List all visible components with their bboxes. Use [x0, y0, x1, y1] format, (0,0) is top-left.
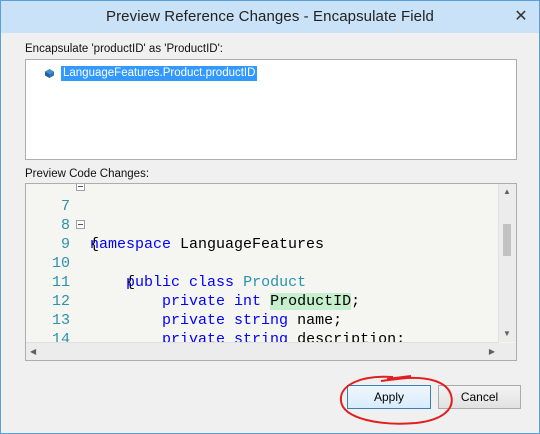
- scroll-up-icon[interactable]: ▲: [503, 187, 511, 197]
- code-line: 7 namespace LanguageFeatures: [26, 184, 498, 253]
- code-line: 12 private string name;: [26, 273, 498, 329]
- code-line: 8 {: [26, 197, 498, 253]
- code-line: 11 private int ProductID;: [26, 254, 498, 310]
- preview-label: Preview Code Changes:: [25, 168, 150, 180]
- field-icon: [45, 68, 54, 78]
- list-item[interactable]: LanguageFeatures.Product.productID: [44, 65, 258, 81]
- code-line: 10 {: [26, 235, 498, 291]
- collapse-icon[interactable]: [76, 184, 85, 191]
- reference-list[interactable]: LanguageFeatures.Product.productID: [25, 59, 517, 160]
- scroll-right-icon[interactable]: ▶: [489, 347, 495, 357]
- code-line: 15 private string category;: [26, 330, 498, 342]
- collapse-icon[interactable]: [76, 220, 85, 229]
- code-line: 14 private decimal price;: [26, 311, 498, 342]
- cancel-button[interactable]: Cancel: [438, 385, 521, 409]
- vertical-scrollbar[interactable]: ▲ ▼: [498, 184, 516, 342]
- window-title: Preview Reference Changes - Encapsulate …: [105, 8, 434, 25]
- scroll-left-icon[interactable]: ◀: [30, 347, 36, 357]
- title-bar: Preview Reference Changes - Encapsulate …: [1, 1, 539, 33]
- code-preview[interactable]: 7 namespace LanguageFeatures 8 { 9 publi…: [25, 183, 517, 361]
- code-area: 7 namespace LanguageFeatures 8 { 9 publi…: [26, 184, 498, 342]
- horizontal-scrollbar[interactable]: ◀ ▶: [26, 342, 499, 360]
- apply-button[interactable]: Apply: [347, 385, 431, 409]
- dialog-window: Preview Reference Changes - Encapsulate …: [0, 0, 540, 434]
- scroll-thumb[interactable]: [503, 224, 511, 256]
- scroll-down-icon[interactable]: ▼: [503, 329, 511, 339]
- close-icon[interactable]: ✕: [511, 7, 531, 27]
- code-line: 13 private string description;: [26, 292, 498, 342]
- code-line: 9 public class Product: [26, 216, 498, 291]
- list-item-label: LanguageFeatures.Product.productID: [61, 65, 258, 81]
- encapsulate-label: Encapsulate 'productID' as 'ProductID':: [25, 43, 223, 55]
- scroll-corner: [499, 343, 516, 360]
